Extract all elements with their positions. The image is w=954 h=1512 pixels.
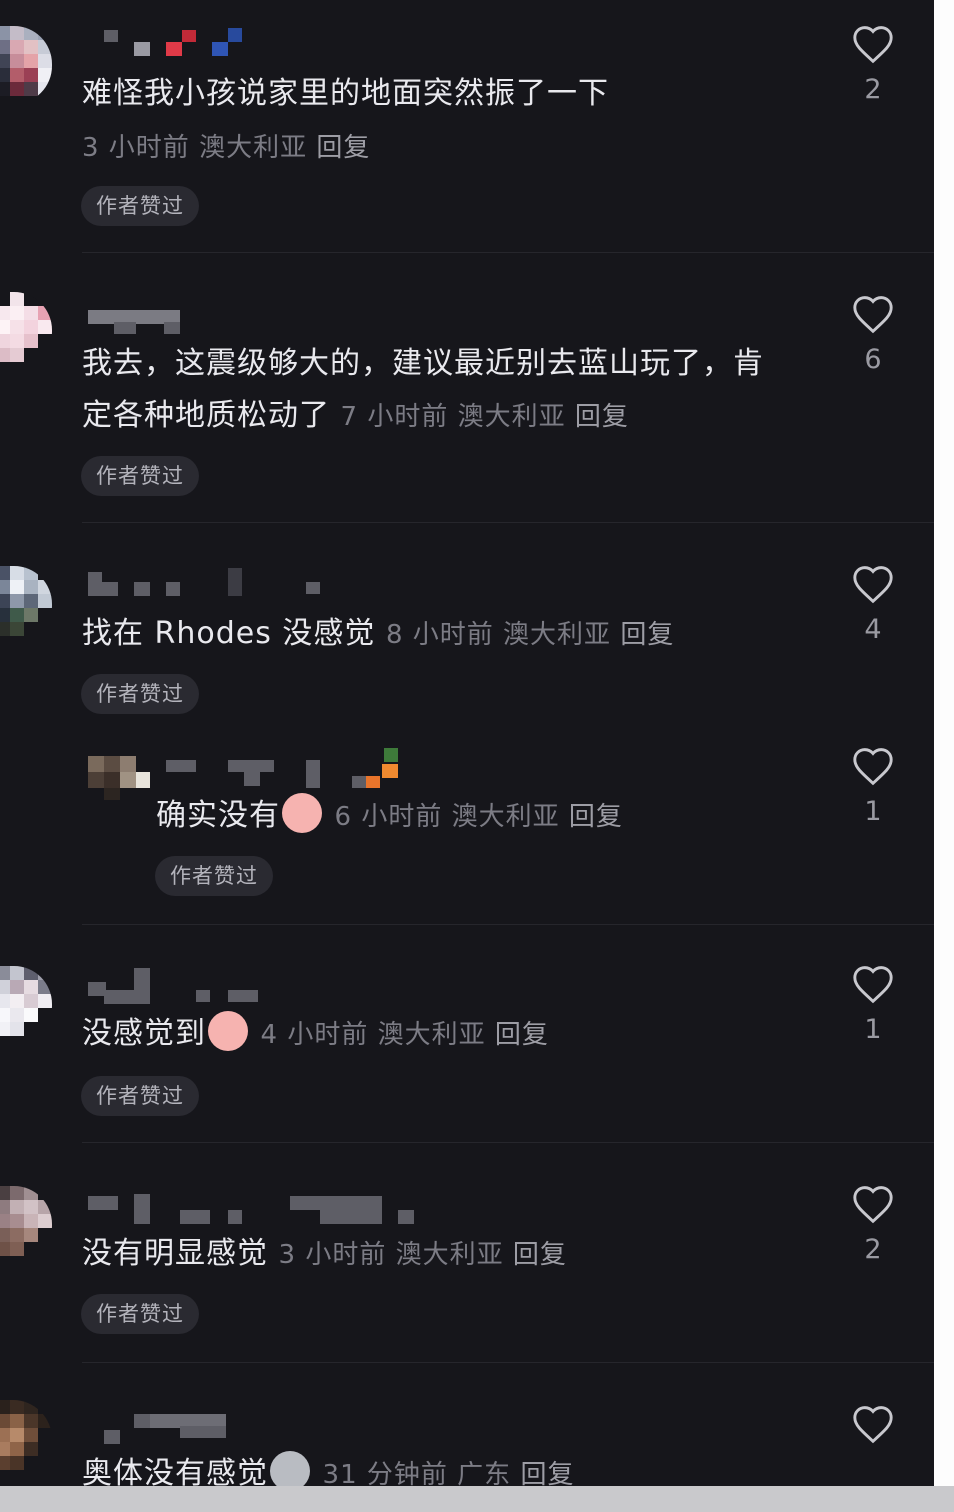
avatar[interactable]: [0, 966, 52, 1044]
heart-icon[interactable]: [851, 294, 895, 334]
author-liked-badge: 作者赞过: [155, 856, 273, 896]
username-blurred[interactable]: [156, 746, 516, 788]
reply-button[interactable]: 回复: [569, 802, 623, 832]
like-count: 6: [864, 344, 882, 375]
sleepy-face-emoji: [282, 793, 322, 833]
comment-location: 澳大利亚: [199, 133, 308, 163]
comment-location: 澳大利亚: [457, 402, 566, 432]
comment-time: 8 小时前: [385, 620, 494, 650]
avatar[interactable]: [0, 292, 52, 370]
username-blurred[interactable]: [84, 1184, 444, 1224]
comment-text: 难怪我小孩说家里的地面突然振了一下: [82, 76, 609, 111]
username-blurred[interactable]: [84, 294, 444, 334]
comment-text: 我去，这震级够大的，建议最近别去蓝山玩了，肯定各种地质松动了 7 小时前 澳大利…: [82, 346, 764, 433]
reply-button[interactable]: 回复: [495, 1020, 549, 1050]
comment-time: 3 小时前: [82, 133, 190, 163]
username-blurred[interactable]: [84, 564, 444, 604]
author-liked-badge: 作者赞过: [81, 456, 199, 496]
like-count: 4: [864, 614, 882, 645]
divider: [82, 522, 934, 523]
like-button[interactable]: [848, 1404, 898, 1444]
heart-icon[interactable]: [851, 1404, 895, 1444]
avatar[interactable]: [88, 756, 150, 800]
divider: [82, 252, 934, 253]
comment-location: 澳大利亚: [503, 620, 612, 650]
username-blurred[interactable]: [84, 1404, 444, 1444]
crying-face-emoji: [208, 1011, 248, 1051]
like-count: 1: [864, 1014, 882, 1045]
heart-icon[interactable]: [851, 24, 895, 64]
author-liked-badge: 作者赞过: [81, 1076, 199, 1116]
avatar[interactable]: [0, 566, 52, 644]
divider: [82, 1142, 934, 1143]
avatar[interactable]: [0, 1400, 52, 1478]
like-button[interactable]: 1: [848, 964, 898, 1045]
heart-icon[interactable]: [851, 964, 895, 1004]
reply-button[interactable]: 回复: [316, 133, 370, 163]
like-button[interactable]: 1: [848, 746, 898, 827]
comment-time: 7 小时前: [340, 402, 449, 432]
author-liked-badge: 作者赞过: [81, 1294, 199, 1334]
username-blurred[interactable]: [84, 964, 444, 1004]
heart-icon[interactable]: [851, 746, 895, 786]
comment-text: 没有明显感觉 3 小时前 澳大利亚 回复: [82, 1236, 567, 1271]
reply-button[interactable]: 回复: [575, 402, 629, 432]
comment-location: 澳大利亚: [395, 1240, 504, 1270]
avatar[interactable]: [0, 1186, 52, 1264]
author-liked-badge: 作者赞过: [81, 674, 199, 714]
comment-location: 澳大利亚: [451, 802, 560, 832]
bottom-bar: [0, 1486, 954, 1512]
like-button[interactable]: 6: [848, 294, 898, 375]
comment-time: 6 小时前: [334, 802, 443, 832]
like-button[interactable]: 4: [848, 564, 898, 645]
comment-location: 澳大利亚: [377, 1020, 486, 1050]
like-count: 2: [864, 1234, 882, 1265]
heart-icon[interactable]: [851, 1184, 895, 1224]
comment-text: 没感觉到 4 小时前 澳大利亚 回复: [82, 1008, 782, 1061]
comment-meta: 3 小时前 澳大利亚 回复: [82, 122, 782, 174]
like-button[interactable]: 2: [848, 24, 898, 105]
author-liked-badge: 作者赞过: [81, 186, 199, 226]
like-button[interactable]: 2: [848, 1184, 898, 1265]
comment-text: 找在 Rhodes 没感觉 8 小时前 澳大利亚 回复: [82, 616, 675, 651]
shocked-face-emoji: [270, 1451, 310, 1491]
comment-time: 3 小时前: [278, 1240, 387, 1270]
reply-button[interactable]: 回复: [513, 1240, 567, 1270]
comment-list: 难怪我小孩说家里的地面突然振了一下 3 小时前 澳大利亚 回复 作者赞过 2 我…: [0, 0, 934, 1512]
like-count: 2: [864, 74, 882, 105]
heart-icon[interactable]: [851, 564, 895, 604]
username-blurred[interactable]: [84, 24, 444, 64]
like-count: 1: [864, 796, 882, 827]
comment-time: 4 小时前: [260, 1020, 369, 1050]
divider: [82, 1362, 934, 1363]
avatar[interactable]: [0, 26, 52, 104]
divider: [82, 924, 934, 925]
reply-button[interactable]: 回复: [620, 620, 674, 650]
comment-text: 确实没有 6 小时前 澳大利亚 回复: [156, 790, 856, 843]
